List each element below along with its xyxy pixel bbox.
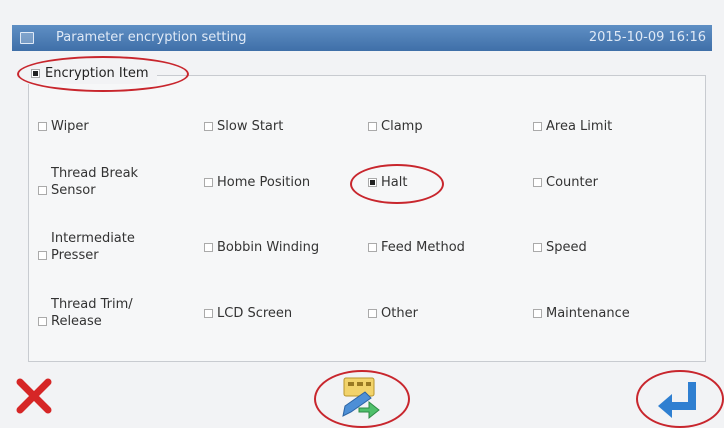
checkbox[interactable] — [533, 122, 542, 131]
enter-button[interactable] — [652, 380, 706, 420]
item-label: Feed Method — [381, 240, 465, 255]
item-label: Clamp — [381, 119, 423, 134]
item-label: Thread Trim/ Release — [51, 297, 133, 329]
checkbox[interactable] — [204, 243, 213, 252]
item-feed-method[interactable]: Feed Method — [368, 239, 465, 256]
item-label: Other — [381, 306, 418, 321]
item-label: Home Position — [217, 175, 311, 190]
item-other[interactable]: Other — [368, 305, 418, 322]
window-icon — [20, 32, 34, 44]
item-label: Thread Break Sensor — [51, 166, 139, 198]
item-label: Maintenance — [546, 306, 630, 321]
checkbox[interactable] — [38, 251, 47, 260]
checkbox[interactable] — [533, 309, 542, 318]
item-label: Slow Start — [217, 119, 284, 134]
encrypt-button[interactable] — [335, 376, 385, 420]
item-clamp[interactable]: Clamp — [368, 118, 423, 135]
encryption-item-toggle[interactable]: Encryption Item — [23, 62, 157, 84]
checkbox[interactable] — [368, 243, 377, 252]
datetime: 2015-10-09 16:16 — [588, 30, 706, 45]
checkbox[interactable] — [368, 178, 377, 187]
item-thread-trim-release[interactable]: Thread Trim/ Release — [38, 296, 133, 330]
close-icon — [16, 378, 52, 414]
edit-icon — [342, 377, 380, 420]
checkbox[interactable] — [204, 178, 213, 187]
item-lcd-screen[interactable]: LCD Screen — [204, 305, 292, 322]
title-bar: Parameter encryption setting 2015-10-09 … — [12, 25, 712, 51]
item-label: Intermediate Presser — [51, 231, 135, 263]
encryption-item-label: Encryption Item — [45, 65, 149, 81]
checkbox[interactable] — [38, 186, 47, 195]
checkbox[interactable] — [368, 122, 377, 131]
item-thread-break-sensor[interactable]: Thread Break Sensor — [38, 165, 138, 199]
item-bobbin-winding[interactable]: Bobbin Winding — [204, 239, 319, 256]
item-label: LCD Screen — [217, 306, 293, 321]
item-label: Halt — [381, 175, 408, 190]
item-counter[interactable]: Counter — [533, 174, 598, 191]
item-label: Speed — [546, 240, 587, 255]
item-label: Area Limit — [546, 119, 613, 134]
item-halt[interactable]: Halt — [368, 174, 407, 191]
cancel-button[interactable] — [14, 376, 54, 416]
checkbox[interactable] — [533, 178, 542, 187]
enter-icon — [658, 382, 696, 418]
checkbox[interactable] — [204, 309, 213, 318]
checkbox[interactable] — [533, 243, 542, 252]
checkbox[interactable] — [368, 309, 377, 318]
window-title: Parameter encryption setting — [56, 30, 247, 45]
item-slow-start[interactable]: Slow Start — [204, 118, 283, 135]
item-area-limit[interactable]: Area Limit — [533, 118, 612, 135]
encryption-item-checkbox[interactable] — [31, 68, 40, 78]
item-intermediate-presser[interactable]: Intermediate Presser — [38, 230, 135, 264]
item-maintenance[interactable]: Maintenance — [533, 305, 630, 322]
item-wiper[interactable]: Wiper — [38, 118, 89, 135]
item-home-position[interactable]: Home Position — [204, 174, 310, 191]
item-label: Counter — [546, 175, 598, 190]
checkbox[interactable] — [38, 317, 47, 326]
item-label: Wiper — [51, 119, 89, 134]
checkbox[interactable] — [38, 122, 47, 131]
item-label: Bobbin Winding — [217, 240, 320, 255]
item-speed[interactable]: Speed — [533, 239, 587, 256]
checkbox[interactable] — [204, 122, 213, 131]
